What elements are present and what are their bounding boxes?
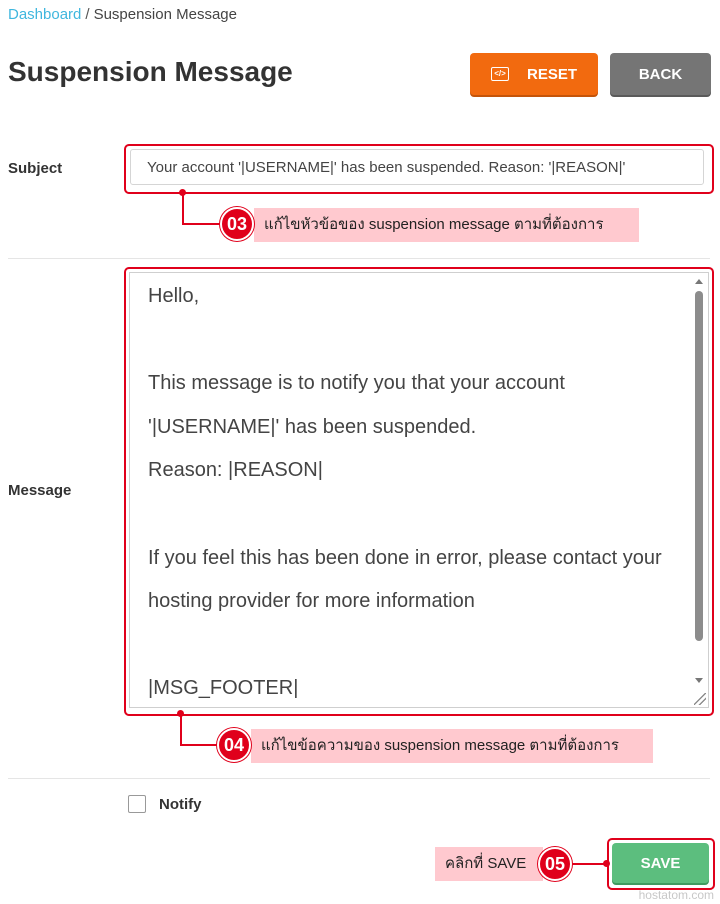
- message-textarea[interactable]: Hello, This message is to notify you tha…: [129, 272, 709, 708]
- callout-4-leader-horizontal: [180, 744, 220, 746]
- callout-3-badge: 03: [220, 207, 254, 241]
- reset-button[interactable]: </> RESET: [470, 53, 598, 95]
- breadcrumb: Dashboard / Suspension Message: [8, 6, 237, 23]
- save-button[interactable]: SAVE: [612, 843, 709, 883]
- message-line: If you feel this has been done in error,…: [148, 546, 662, 569]
- message-line: [148, 325, 662, 369]
- callout-3-leader-horizontal: [182, 223, 222, 225]
- callout-3-leader-vertical: [182, 192, 184, 224]
- message-line: hosting provider for more information: [148, 590, 475, 613]
- message-line: [148, 630, 662, 674]
- message-line: '|USERNAME|' has been suspended.: [148, 415, 477, 438]
- subject-label: Subject: [8, 160, 63, 177]
- callout-4-leader-vertical: [180, 713, 182, 745]
- back-button[interactable]: BACK: [610, 53, 711, 95]
- watermark: hostatom.com: [638, 888, 714, 902]
- notify-label[interactable]: Notify: [159, 796, 202, 813]
- breadcrumb-current: Suspension Message: [93, 6, 237, 23]
- message-content: Hello, This message is to notify you tha…: [148, 281, 662, 707]
- callout-5-text: คลิกที่ SAVE: [435, 847, 543, 881]
- breadcrumb-dashboard-link[interactable]: Dashboard: [8, 6, 81, 23]
- back-button-label: BACK: [638, 65, 683, 83]
- resize-grip-icon[interactable]: [694, 693, 706, 705]
- scroll-down-arrow-icon[interactable]: [695, 678, 703, 683]
- callout-4-badge: 04: [217, 728, 251, 762]
- reset-button-label: RESET: [526, 65, 577, 83]
- message-line: Reason: |REASON|: [148, 459, 323, 482]
- message-line: This message is to notify you that your …: [148, 372, 565, 395]
- code-icon: </>: [490, 67, 509, 81]
- breadcrumb-separator: /: [85, 6, 90, 23]
- message-line: |MSG_FOOTER|: [148, 677, 299, 700]
- subject-input[interactable]: [130, 149, 704, 185]
- message-line: [148, 499, 662, 543]
- callout-4-text: แก้ไขข้อความของ suspension message ตามที…: [251, 729, 653, 763]
- divider-message: [8, 778, 710, 779]
- save-button-label: SAVE: [640, 854, 681, 872]
- message-label: Message: [8, 482, 72, 499]
- callout-5-badge: 05: [538, 847, 572, 881]
- page-title: Suspension Message: [8, 56, 293, 87]
- message-line: Hello,: [148, 285, 200, 307]
- divider-subject: [8, 258, 710, 259]
- scroll-thumb[interactable]: [695, 291, 703, 641]
- scroll-up-arrow-icon[interactable]: [695, 279, 703, 284]
- suspension-message-page: Dashboard / Suspension Message Suspension …: [0, 0, 720, 904]
- callout-3-text: แก้ไขหัวข้อของ suspension message ตามที่…: [254, 208, 639, 242]
- message-scrollbar[interactable]: [692, 275, 706, 687]
- notify-checkbox[interactable]: [128, 795, 146, 813]
